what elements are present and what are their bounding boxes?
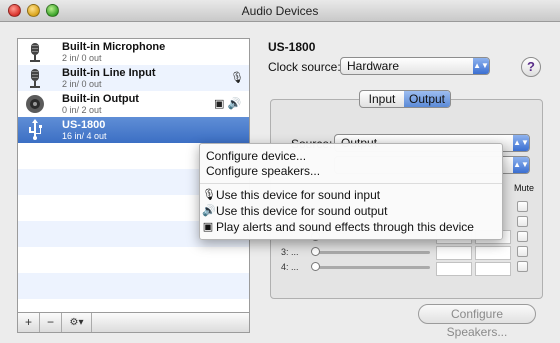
mute-checkbox[interactable] <box>517 216 528 227</box>
volume-slider-knob[interactable] <box>311 247 320 256</box>
microphone-icon <box>30 43 40 62</box>
device-context-menu: Configure device... Configure speakers..… <box>199 143 503 240</box>
popup-arrows-icon: ▲▼ <box>513 157 529 173</box>
channel-label: 3: ... <box>281 247 299 257</box>
device-row-us-1800[interactable]: US-1800 16 in/ 4 out <box>18 117 249 143</box>
io-segmented-control[interactable]: Input Output <box>359 90 451 108</box>
device-io: 0 in/ 2 out <box>62 105 102 115</box>
menu-item-use-for-output[interactable]: 🔊 Use this device for sound output <box>200 204 502 219</box>
volume-slider-knob[interactable] <box>311 262 320 271</box>
menu-item-play-alerts[interactable]: ▣ Play alerts and sound effects through … <box>200 220 502 235</box>
tab-output[interactable]: Output <box>404 91 450 107</box>
mute-checkbox[interactable] <box>517 246 528 257</box>
microphone-icon <box>30 69 40 88</box>
mute-checkbox[interactable] <box>517 261 528 272</box>
add-device-button[interactable]: + <box>18 313 40 332</box>
device-io: 2 in/ 0 out <box>62 53 102 63</box>
remove-device-button[interactable]: − <box>40 313 62 332</box>
gear-menu-button[interactable]: ⚙▾ <box>62 313 92 332</box>
mute-checkbox[interactable] <box>517 231 528 242</box>
clock-source-value: Hardware <box>347 59 400 73</box>
menu-item-configure-device[interactable]: Configure device... <box>200 149 502 164</box>
mute-checkbox[interactable] <box>517 201 528 212</box>
menu-item-label: Configure speakers... <box>206 164 321 178</box>
audio-devices-window: Audio Devices Built-in Microphone 2 in/ … <box>0 0 560 343</box>
popup-arrows-icon: ▲▼ <box>473 58 489 74</box>
speaker-icon: 🔊 <box>202 205 216 217</box>
window-title: Audio Devices <box>241 4 319 18</box>
device-row-built-in-output[interactable]: Built-in Output 0 in/ 2 out ▣ 🔊 <box>18 91 249 117</box>
volume-slider[interactable] <box>312 266 430 269</box>
device-name: Built-in Output <box>62 93 139 105</box>
menu-item-label: Play alerts and sound effects through th… <box>216 220 474 234</box>
usb-icon <box>29 119 42 140</box>
help-button[interactable]: ? <box>521 57 541 77</box>
menu-item-label: Use this device for sound output <box>216 204 388 218</box>
tab-input[interactable]: Input <box>360 91 404 107</box>
db-value-field[interactable] <box>475 246 511 260</box>
volume-value-field[interactable] <box>436 246 472 260</box>
list-stripe <box>18 273 249 299</box>
mute-column-header: Mute <box>514 183 535 193</box>
menu-item-configure-speakers[interactable]: Configure speakers... <box>200 164 502 179</box>
default-input-icon: 🎙 <box>230 72 244 84</box>
device-row-built-in-microphone[interactable]: Built-in Microphone 2 in/ 0 out <box>18 39 249 65</box>
menu-item-use-for-input[interactable]: 🎙 Use this device for sound input <box>200 188 502 203</box>
volume-value-field[interactable] <box>436 262 472 276</box>
device-list-toolbar: + − ⚙▾ <box>17 313 250 333</box>
default-output-icons: ▣ 🔊 <box>214 98 242 110</box>
menu-item-label: Use this device for sound input <box>216 188 381 202</box>
device-row-built-in-line-input[interactable]: Built-in Line Input 2 in/ 0 out 🎙 <box>18 65 249 91</box>
alert-screen-icon: ▣ <box>202 221 214 233</box>
device-name: Built-in Line Input <box>62 67 156 79</box>
configure-speakers-button[interactable]: Configure Speakers... <box>418 304 536 339</box>
device-name: Built-in Microphone <box>62 41 166 53</box>
volume-slider[interactable] <box>312 251 430 254</box>
microphone-icon: 🎙 <box>202 189 216 201</box>
device-io: 2 in/ 0 out <box>62 79 102 89</box>
menu-item-label: Configure device... <box>206 149 307 163</box>
device-io: 16 in/ 4 out <box>62 131 107 141</box>
clock-source-popup[interactable]: Hardware ▲▼ <box>340 57 490 75</box>
speaker-icon <box>26 95 44 113</box>
clock-source-label: Clock source: <box>268 60 341 74</box>
popup-arrows-icon: ▲▼ <box>513 135 529 151</box>
channel-label: 4: ... <box>281 262 299 272</box>
device-name: US-1800 <box>62 119 106 131</box>
selected-device-title: US-1800 <box>268 40 316 54</box>
db-value-field[interactable] <box>475 262 511 276</box>
title-bar[interactable]: Audio Devices <box>0 0 560 22</box>
menu-separator <box>200 183 502 184</box>
